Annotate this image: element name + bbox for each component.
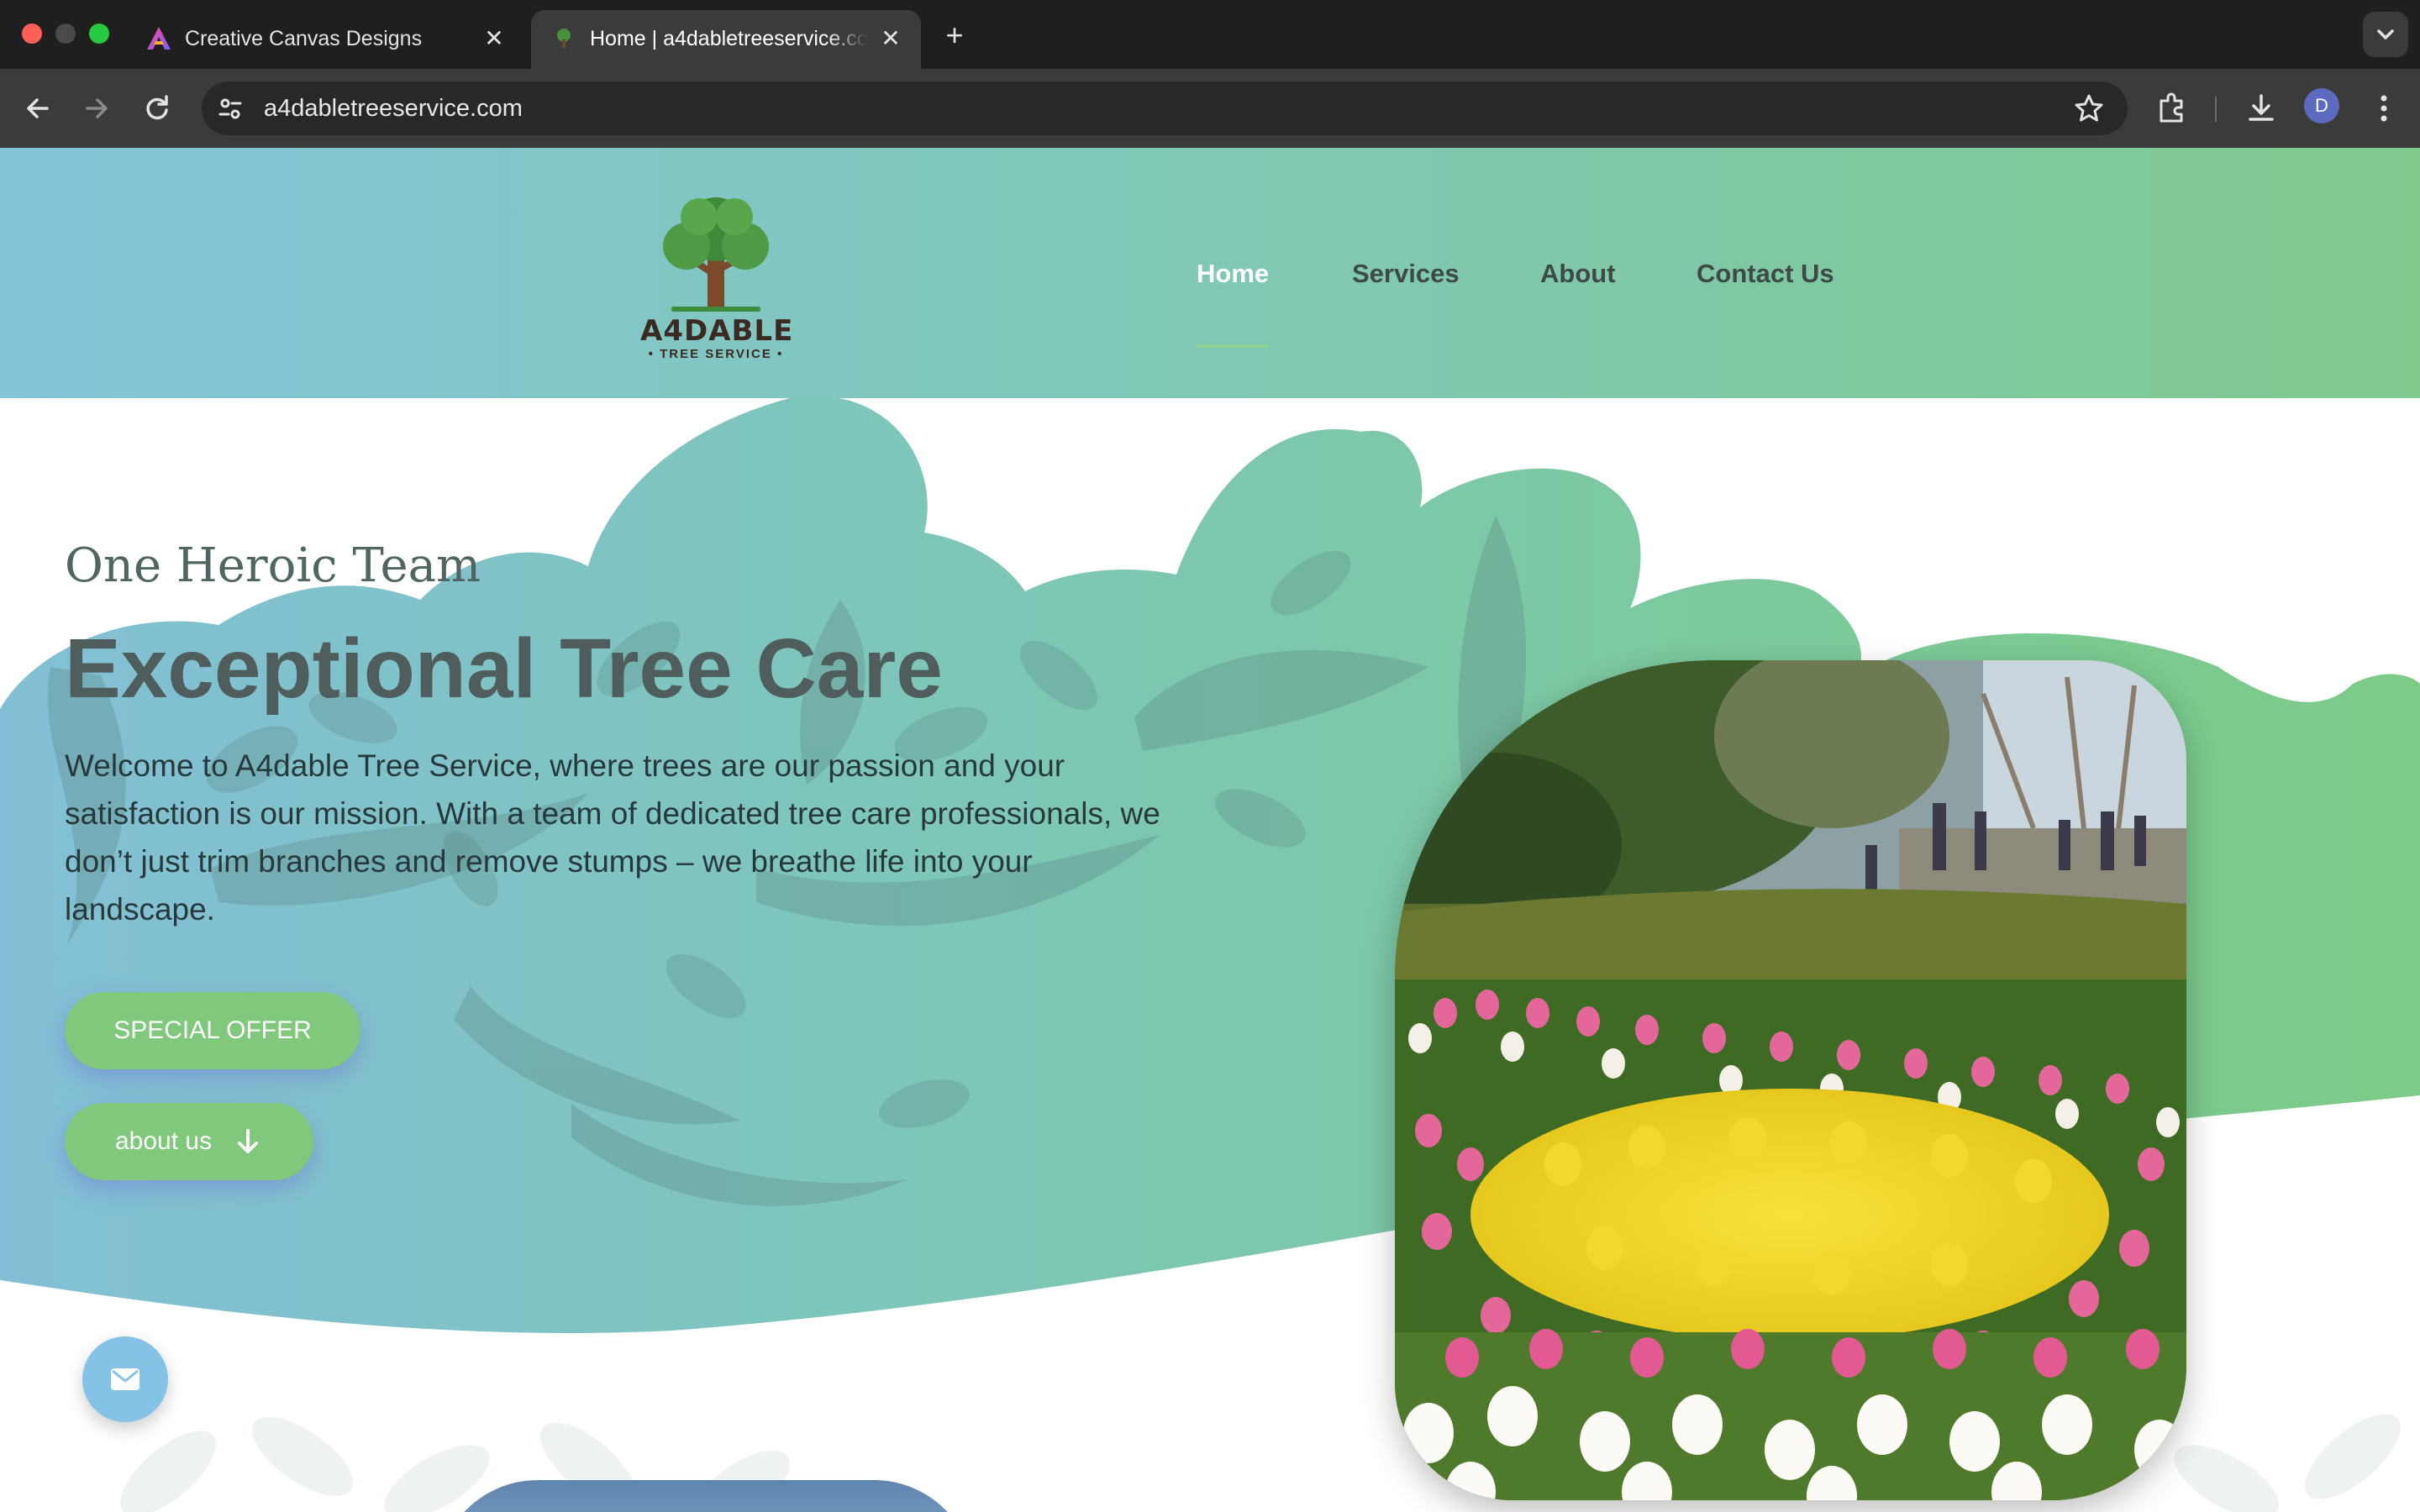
nav-contact-us[interactable]: Contact Us (1697, 257, 1834, 291)
active-nav-indicator (1197, 344, 1269, 348)
special-offer-label: SPECIAL OFFER (113, 1016, 312, 1044)
mail-icon (111, 1368, 139, 1390)
tulip-field-image (1395, 660, 2186, 1500)
maximize-window-button[interactable] (89, 24, 109, 44)
hero-intro: Welcome to A4dable Tree Service, where t… (65, 748, 1160, 927)
logo-name: A4DABLE (640, 314, 794, 348)
star-icon[interactable] (2072, 92, 2106, 125)
hero-photo-tulips (1395, 660, 2186, 1500)
profile-avatar[interactable]: D (2304, 88, 2339, 123)
special-offer-button[interactable]: SPECIAL OFFER (65, 992, 360, 1069)
nav-about[interactable]: About (1540, 257, 1616, 291)
url-text: a4dabletreeservice.com (264, 95, 523, 122)
logo-tagline: • TREE SERVICE • (648, 347, 784, 361)
about-us-button[interactable]: about us (65, 1103, 313, 1180)
browser-toolbar: a4dabletreeservice.com (0, 69, 2420, 148)
minimize-window-button[interactable] (55, 24, 76, 44)
close-window-button[interactable] (22, 24, 42, 44)
menu-icon[interactable] (2365, 89, 2403, 128)
about-us-label: about us (115, 1127, 213, 1155)
tree-logo-icon (663, 197, 769, 312)
next-section-photo (437, 1480, 975, 1512)
hero-headline: Exceptional Tree Care (65, 622, 943, 716)
site-header: A4DABLE • TREE SERVICE • Home Services A… (0, 148, 2420, 398)
chevron-down-icon (2377, 29, 2394, 39)
new-tab-button[interactable]: + (938, 18, 971, 52)
browser-tab-strip: Creative Canvas Designs ✕ Home | a4dable… (0, 0, 2420, 69)
arrow-down-icon (238, 1129, 258, 1153)
toolbar-separator (2215, 97, 2217, 122)
hero-eyebrow: One Heroic Team (65, 538, 481, 593)
tab-close-icon[interactable]: ✕ (479, 24, 509, 54)
contact-mail-button[interactable] (82, 1336, 168, 1422)
tab-title: Creative Canvas Designs (185, 27, 423, 50)
reload-icon[interactable] (136, 87, 178, 129)
tab-title: Home | a4dabletreeservice.com (590, 27, 867, 50)
site-info-icon[interactable] (213, 92, 247, 125)
tab-close-icon[interactable]: ✕ (876, 24, 906, 54)
creative-canvas-favicon-icon (147, 27, 171, 50)
download-icon[interactable] (2242, 89, 2281, 128)
browser-tab-active[interactable]: Home | a4dabletreeservice.com ✕ (531, 10, 921, 69)
extensions-icon[interactable] (2153, 89, 2191, 128)
site-logo[interactable]: A4DABLE • TREE SERVICE • (640, 192, 794, 361)
browser-tab[interactable]: Creative Canvas Designs ✕ (126, 10, 524, 69)
address-bar[interactable]: a4dabletreeservice.com (202, 81, 2128, 135)
forward-icon[interactable] (76, 87, 118, 129)
nav-home[interactable]: Home (1197, 257, 1269, 291)
tab-search-button[interactable] (2363, 12, 2408, 57)
tree-favicon-icon (557, 29, 571, 48)
nav-services[interactable]: Services (1352, 257, 1460, 291)
back-icon[interactable] (17, 87, 59, 129)
page-viewport: A4DABLE • TREE SERVICE • Home Services A… (0, 148, 2420, 1512)
